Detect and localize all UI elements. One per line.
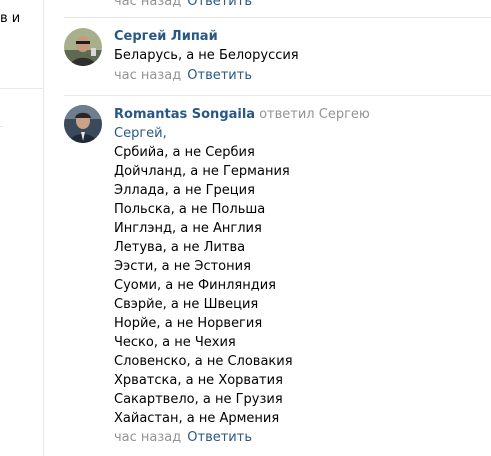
comment-text-line: Инглэнд, а не Англия	[114, 221, 262, 236]
comment-text-line: Летува, а не Литва	[114, 240, 246, 255]
comment-text-line: Эллада, а не Греция	[114, 183, 255, 198]
comment-meta: час назад Ответить	[114, 68, 252, 84]
comment-text-line: Хайастан, а не Армения	[114, 411, 280, 426]
comment-text: Беларусь, а не Белоруссия	[114, 48, 299, 63]
comment-text-line: Сакартвело, а не Грузия	[114, 392, 283, 407]
comment-author: Romantas Songaila ответил Сергею	[114, 107, 370, 123]
addressee-link[interactable]: Сергей,	[114, 126, 167, 141]
comment-text-line: Польска, а не Польша	[114, 202, 266, 217]
avatar-image	[64, 28, 102, 66]
left-sidebar: в и	[0, 0, 44, 456]
avatar[interactable]	[64, 28, 102, 66]
comment-separator	[64, 17, 491, 18]
reply-to-link[interactable]: Сергею	[319, 107, 370, 122]
sidebar-text-fragment: в и	[0, 11, 21, 26]
comment-time: час назад	[114, 0, 182, 9]
previous-comment-meta: час назад Ответить	[114, 0, 252, 10]
comment-time: час назад	[114, 68, 182, 83]
author-name-link[interactable]: Сергей Липай	[114, 29, 218, 44]
sidebar-divider	[0, 88, 43, 89]
comment-text-line: Словенско, а не Словакия	[114, 354, 293, 369]
comment-text-line: Хрватска, а не Хорватия	[114, 373, 283, 388]
reply-button[interactable]: Ответить	[187, 430, 252, 445]
sidebar-marker	[0, 126, 3, 127]
author-name-link[interactable]: Romantas Songaila	[114, 107, 255, 122]
reply-button[interactable]: Ответить	[187, 68, 252, 83]
comment-text-line: Свэрйе, а не Швеция	[114, 297, 259, 312]
comment-time: час назад	[114, 430, 182, 445]
comment-text-line: Србийа, а не Сербия	[114, 145, 255, 160]
comment-author: Сергей Липай	[114, 29, 218, 45]
replied-label: ответил	[259, 107, 315, 122]
comment-text-line: Ческо, а не Чехия	[114, 335, 236, 350]
comment-text-line: Норйе, а не Норвегия	[114, 316, 263, 331]
reply-button[interactable]: Ответить	[187, 0, 252, 9]
comment-text-line: Ээсти, а не Эстония	[114, 259, 251, 274]
comment-text-line: Дойчланд, а не Германия	[114, 164, 290, 179]
comment-text-line: Суоми, а не Финляндия	[114, 278, 276, 293]
comment-addressee-line: Сергей,	[114, 124, 167, 143]
avatar[interactable]	[64, 105, 102, 143]
comment-separator	[64, 95, 491, 96]
comment-meta: час назад Ответить	[114, 430, 252, 446]
avatar-image	[64, 105, 102, 143]
